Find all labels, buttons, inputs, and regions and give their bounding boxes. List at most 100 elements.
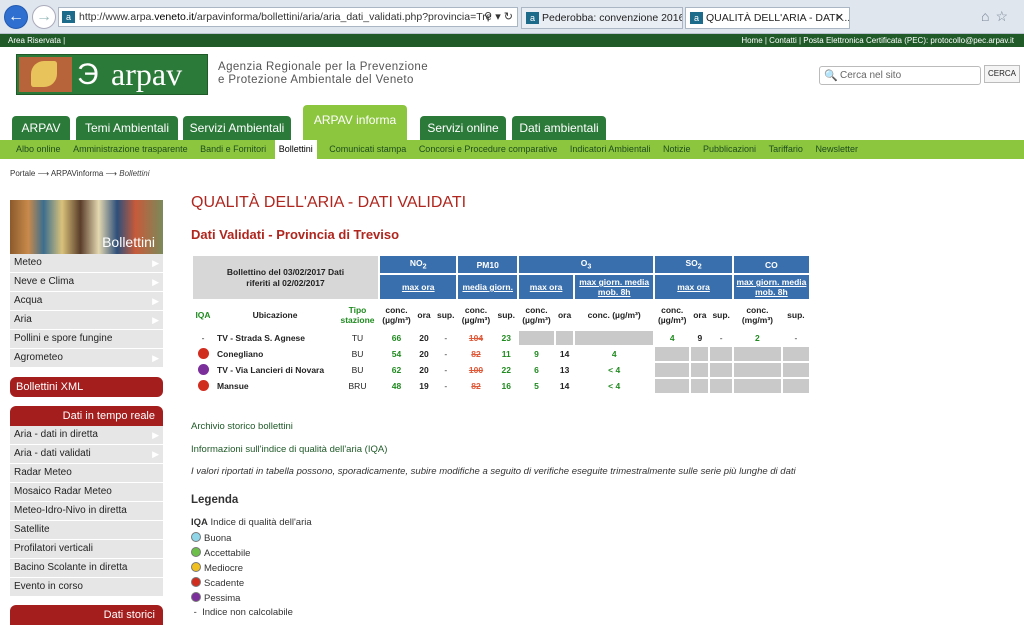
col-no2-conc: conc. (µg/m³) — [378, 299, 415, 331]
back-button[interactable]: ← — [4, 5, 28, 29]
col-so2-conc: conc. (µg/m³) — [653, 299, 692, 331]
home-star-icons[interactable]: ⌂☆ — [981, 8, 1014, 25]
legend-dot-icon — [191, 547, 201, 557]
table-row: - TV - Strada S. Agnese TU 66 20 - 104 2… — [191, 329, 811, 347]
site-favicon-icon: a — [62, 11, 75, 23]
arpav-logo[interactable]: Э arpav — [16, 54, 208, 95]
pollutant-so2: SO2 — [653, 254, 734, 275]
sidebar: Bollettini Meteo ▶ Neve e Clima ▶ Acqua ▶ A… — [10, 200, 163, 625]
o3-max-ora[interactable]: max ora — [516, 273, 576, 301]
tab-servizi-online[interactable]: Servizi online — [420, 116, 506, 140]
subnav-bollettini[interactable]: Bollettini — [274, 140, 317, 159]
bollettini-banner: Bollettini — [10, 200, 163, 254]
chevron-right-icon: ▶ — [152, 353, 159, 363]
sidebar-item-idro-nivo[interactable]: Meteo-Idro-Nivo in diretta — [10, 502, 163, 521]
subnav-pubblicazioni[interactable]: Pubblicazioni — [703, 140, 756, 159]
sidebar-item-pollini[interactable]: Pollini e spore fungine — [10, 330, 163, 349]
arpav-mark-icon: Э — [77, 58, 99, 91]
sidebar-item-agrometeo[interactable]: Agrometeo ▶ — [10, 349, 163, 368]
chevron-right-icon: ▶ — [152, 449, 159, 459]
tab-arpav[interactable]: ARPAV — [12, 116, 70, 140]
co-media-mob[interactable]: max giorn. media mob. 8h — [731, 273, 811, 301]
col-pm10-sup: sup. — [493, 299, 519, 331]
pollutant-co: CO — [731, 254, 811, 275]
sidebar-head-storici: Dati storici — [10, 605, 163, 625]
top-links[interactable]: Home | Contatti | Posta Elettronica Cert… — [741, 34, 1014, 47]
table-row: Mansue BRU 48 19 - 82 16 5 14 < 4 — [191, 377, 811, 395]
browser-chrome: ← → a http://www.arpa.veneto.it/arpavinf… — [0, 0, 1024, 34]
bulletin-date: Bollettino del 03/02/2017 Dati riferiti … — [191, 254, 380, 301]
browser-tab-qualita[interactable]: a QUALITÀ DELL'ARIA - DATI ... ✕ — [685, 7, 850, 29]
col-iqa: IQA — [191, 299, 215, 331]
sidebar-bollettini-xml[interactable]: Bollettini XML — [10, 377, 163, 397]
table-row: TV - Via Lancieri di Novara BU 62 20 - 1… — [191, 361, 811, 379]
search-icon: 🔍 — [824, 70, 838, 82]
sidebar-item-acqua[interactable]: Acqua ▶ — [10, 292, 163, 311]
col-so2-ora: ora — [689, 299, 711, 331]
sidebar-item-satellite[interactable]: Satellite — [10, 521, 163, 540]
legend-dot-icon — [191, 577, 201, 587]
o3-media-mob[interactable]: max giorn. media mob. 8h — [573, 273, 656, 301]
tab-arpav-informa[interactable]: ARPAV informa — [303, 105, 407, 140]
subnav-newsletter[interactable]: Newsletter — [815, 140, 858, 159]
col-o3-ora: ora — [553, 299, 576, 331]
search-dropdown-refresh-icon[interactable]: ⚲ ▾ ↻ — [484, 8, 513, 26]
so2-max-ora[interactable]: max ora — [653, 273, 734, 301]
iqa-scadente-icon — [197, 379, 209, 391]
area-riservata-link[interactable]: Area Riservata — [8, 36, 61, 45]
legend-dot-icon — [191, 532, 201, 542]
sidebar-item-aria[interactable]: Aria ▶ — [10, 311, 163, 330]
legend-item: Pessima — [191, 592, 240, 604]
close-tab-icon[interactable]: ✕ — [835, 8, 844, 28]
legend-item: Accettabile — [191, 547, 250, 559]
tab-favicon-icon: a — [526, 12, 539, 24]
breadcrumb: Portale ⟶ ARPAVinforma ⟶ Bollettini — [10, 169, 150, 178]
iqa-pessima-icon — [197, 363, 209, 375]
col-co-sup: sup. — [780, 299, 811, 331]
page-subtitle: Dati Validati - Provincia di Treviso — [191, 227, 400, 242]
browser-tab-pederobba[interactable]: a Pederobba: convenzione 2016-... — [521, 7, 683, 29]
subnav-tariffario[interactable]: Tariffario — [769, 140, 803, 159]
col-no2-ora: ora — [413, 299, 435, 331]
col-pm10-conc: conc. (µg/m³) — [456, 299, 496, 331]
subnav-indicatori[interactable]: Indicatori Ambientali — [570, 140, 651, 159]
pm10-media[interactable]: media giorn. — [456, 273, 519, 301]
subnav-bandi[interactable]: Bandi e Fornitori — [200, 140, 266, 159]
legend-item: Mediocre — [191, 562, 243, 574]
sidebar-head-realtime: Dati in tempo reale — [10, 406, 163, 426]
sidebar-item-meteo[interactable]: Meteo ▶ — [10, 254, 163, 273]
sidebar-item-profilatori[interactable]: Profilatori verticali — [10, 540, 163, 559]
iqa-info-link[interactable]: Informazioni sull'indice di qualità dell… — [191, 444, 387, 455]
sidebar-item-aria-validati[interactable]: Aria - dati validati ▶ — [10, 445, 163, 464]
legend-item: Scadente — [191, 577, 244, 589]
data-note: I valori riportati in tabella possono, s… — [191, 466, 796, 477]
no2-max-ora[interactable]: max ora — [377, 273, 459, 301]
tab-temi-ambientali[interactable]: Temi Ambientali — [76, 116, 178, 140]
tab-servizi-ambientali[interactable]: Servizi Ambientali — [183, 116, 291, 140]
forward-button[interactable]: → — [32, 5, 56, 29]
sidebar-item-bacino[interactable]: Bacino Scolante in diretta — [10, 559, 163, 578]
tab-dati-ambientali[interactable]: Dati ambientali — [512, 116, 606, 140]
col-o3-8h: conc. (µg/m³) — [573, 299, 656, 331]
col-tipo: Tipo stazione — [335, 299, 380, 331]
lion-emblem-icon — [19, 57, 72, 92]
sidebar-item-mosaico[interactable]: Mosaico Radar Meteo — [10, 483, 163, 502]
col-no2-sup: sup. — [432, 299, 459, 331]
sidebar-item-neve[interactable]: Neve e Clima ▶ — [10, 273, 163, 292]
subnav-concorsi[interactable]: Concorsi e Procedure comparative — [419, 140, 558, 159]
address-bar[interactable]: a http://www.arpa.veneto.it/arpavinforma… — [58, 7, 518, 27]
subnav-amministrazione[interactable]: Amministrazione trasparente — [73, 140, 188, 159]
pollutant-pm10: PM10 — [456, 254, 519, 275]
sidebar-item-aria-diretta[interactable]: Aria - dati in diretta ▶ — [10, 426, 163, 445]
search-button[interactable]: CERCA — [984, 65, 1020, 83]
subnav-comunicati[interactable]: Comunicati stampa — [329, 140, 406, 159]
top-bar: Area Riservata | Home | Contatti | Posta… — [0, 34, 1024, 47]
archive-link[interactable]: Archivio storico bollettini — [191, 421, 293, 432]
iqa-scadente-icon — [197, 347, 209, 359]
chevron-right-icon: ▶ — [152, 277, 159, 287]
subnav-notizie[interactable]: Notizie — [663, 140, 691, 159]
search-input[interactable]: 🔍 Cerca nel sito — [819, 66, 981, 85]
sidebar-item-radar[interactable]: Radar Meteo — [10, 464, 163, 483]
sidebar-item-evento[interactable]: Evento in corso — [10, 578, 163, 597]
subnav-albo[interactable]: Albo online — [16, 140, 61, 159]
